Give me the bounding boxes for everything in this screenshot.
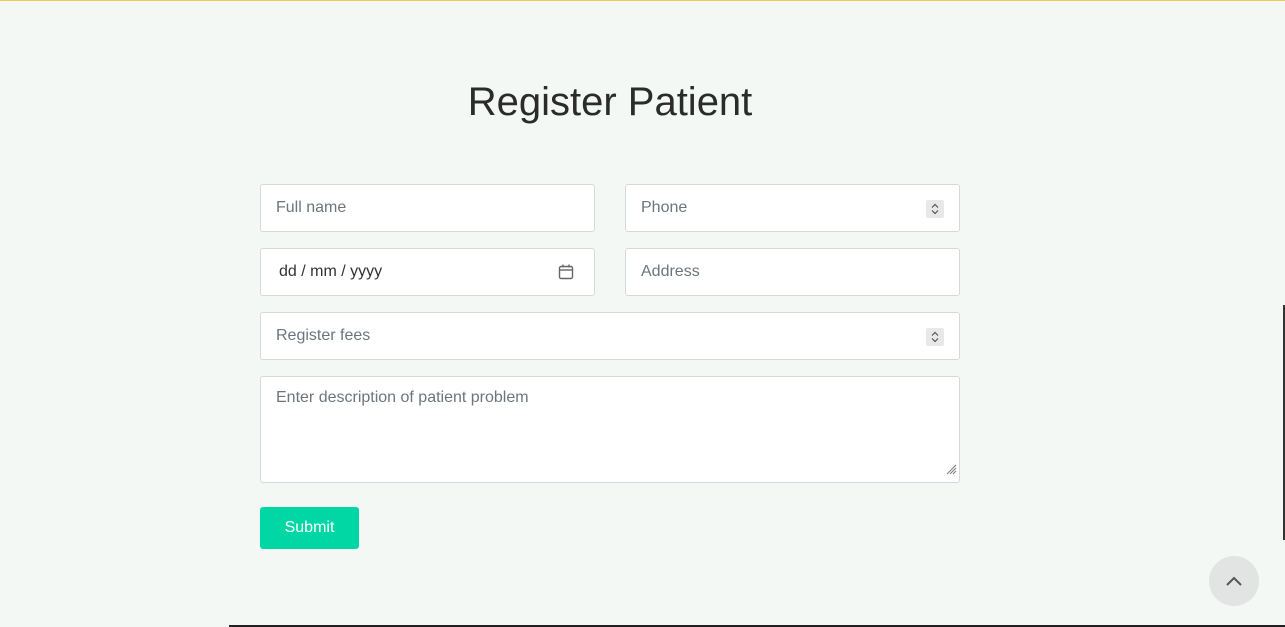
- phone-input[interactable]: [641, 199, 944, 217]
- register-fees-input[interactable]: [276, 327, 944, 345]
- register-fees-field[interactable]: [260, 312, 960, 360]
- calendar-icon[interactable]: [558, 264, 574, 285]
- date-of-birth-field[interactable]: dd / mm / yyyy: [260, 248, 595, 296]
- page-title: Register Patient: [467, 80, 753, 124]
- top-border: [0, 0, 1285, 1]
- resize-grip-icon[interactable]: [945, 462, 957, 480]
- address-field[interactable]: [625, 248, 960, 296]
- phone-field[interactable]: [625, 184, 960, 232]
- fees-spinner-icon[interactable]: [926, 328, 944, 346]
- chevron-up-icon: [1226, 576, 1242, 586]
- submit-button[interactable]: Submit: [260, 507, 359, 549]
- scroll-to-top-button[interactable]: [1209, 556, 1259, 606]
- date-placeholder: dd / mm / yyyy: [279, 263, 383, 280]
- full-name-field[interactable]: [260, 184, 595, 232]
- address-input[interactable]: [641, 263, 944, 281]
- phone-spinner-icon[interactable]: [926, 200, 944, 218]
- description-field[interactable]: [260, 376, 960, 483]
- full-name-input[interactable]: [276, 199, 579, 217]
- description-textarea[interactable]: [276, 389, 944, 479]
